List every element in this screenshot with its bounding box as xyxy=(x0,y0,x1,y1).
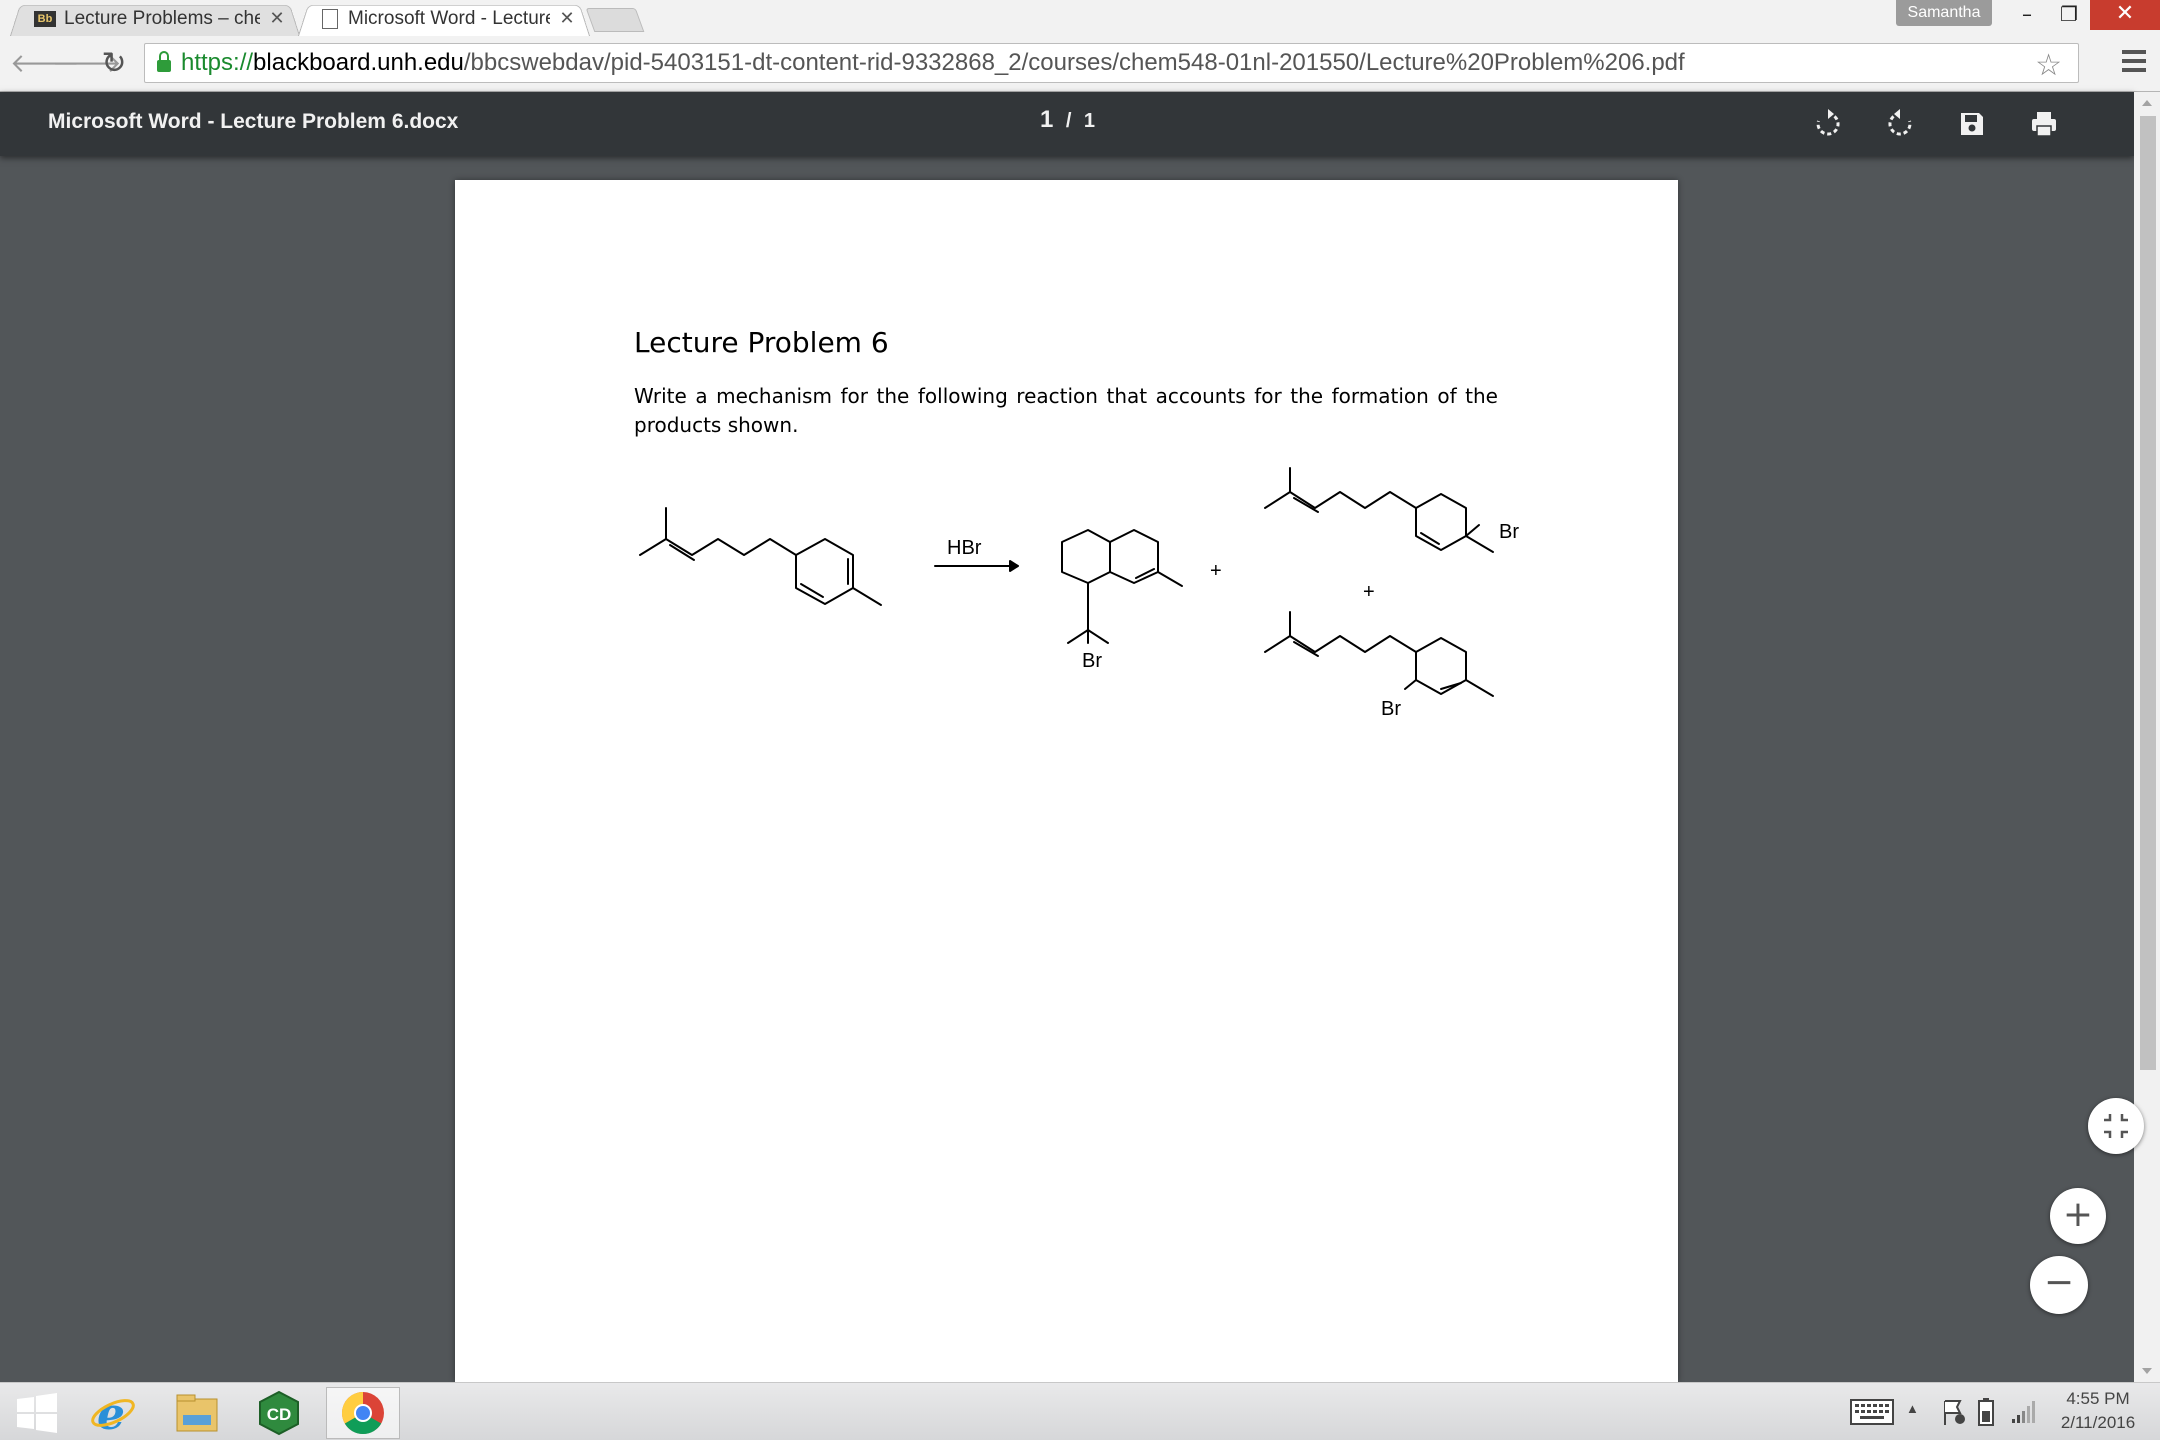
pdf-page: Lecture Problem 6 Write a mechanism for … xyxy=(455,180,1678,1382)
zoom-in-button[interactable]: + xyxy=(2050,1188,2106,1244)
close-tab-icon[interactable]: ✕ xyxy=(268,10,286,28)
show-hidden-icons-button[interactable]: ▲ xyxy=(1906,1401,1919,1416)
chemdraw-icon: CD xyxy=(259,1390,299,1436)
taskbar: e CD ▲ 4:55 PM 2/11/2016 xyxy=(0,1382,2160,1440)
plus-sign: + xyxy=(1363,581,1375,603)
scroll-down-arrow[interactable] xyxy=(2142,1368,2152,1374)
minimize-button[interactable]: – xyxy=(2004,0,2050,30)
address-bar[interactable]: https://blackboard.unh.edu/bbcswebdav/pi… xyxy=(144,43,2079,83)
svg-text:e: e xyxy=(97,1389,125,1437)
url-text: https://blackboard.unh.edu/bbcswebdav/pi… xyxy=(181,49,1685,76)
browser-toolbar: 🡐 🡒 ↻ https://blackboard.unh.edu/bbcsweb… xyxy=(0,36,2160,92)
print-icon[interactable] xyxy=(2028,108,2060,140)
total-pages: 1 xyxy=(1083,110,1095,132)
pdf-toolbar: Microsoft Word - Lecture Problem 6.docx … xyxy=(0,92,2134,156)
document-icon xyxy=(322,9,338,29)
tab-title: Microsoft Word - Lecture P xyxy=(348,8,550,29)
chemdraw-button[interactable]: CD xyxy=(242,1387,316,1439)
lock-icon xyxy=(157,51,171,72)
clock-time[interactable]: 4:55 PM xyxy=(2050,1389,2146,1409)
tab-title: Lecture Problems – chem5 xyxy=(64,8,260,29)
current-page-input[interactable]: 1 xyxy=(1040,106,1053,133)
reaction-arrow xyxy=(934,560,1019,572)
save-icon[interactable] xyxy=(1956,108,1988,140)
starting-material-structure xyxy=(639,507,882,606)
rotate-counterclockwise-icon[interactable] xyxy=(1884,108,1916,140)
profile-button[interactable]: Samantha xyxy=(1896,0,1992,26)
back-button[interactable]: 🡐 xyxy=(10,46,80,82)
file-explorer-icon xyxy=(176,1394,218,1432)
reaction-scheme: HBr + + Br Br Br xyxy=(639,467,1519,720)
product-3-structure xyxy=(1264,611,1494,697)
forward-button[interactable]: 🡒 xyxy=(52,46,122,82)
restore-button[interactable]: ❐ xyxy=(2046,0,2092,30)
pdf-document-title: Microsoft Word - Lecture Problem 6.docx xyxy=(48,110,459,133)
bookmark-star-icon[interactable]: ☆ xyxy=(2035,48,2062,83)
scroll-up-arrow[interactable] xyxy=(2142,100,2152,106)
product-2-structure xyxy=(1264,467,1494,553)
page-indicator: 1 / 1 xyxy=(1040,106,1095,133)
new-tab-button[interactable] xyxy=(585,8,645,32)
zoom-out-button[interactable]: − xyxy=(2030,1256,2088,1314)
close-tab-icon[interactable]: ✕ xyxy=(558,10,576,28)
browser-menu-icon[interactable] xyxy=(2122,50,2146,76)
fit-to-page-icon xyxy=(2104,1114,2128,1138)
reload-button[interactable]: ↻ xyxy=(96,46,132,82)
tab-lecture-problems[interactable]: Bb Lecture Problems – chem5 ✕ xyxy=(10,2,300,36)
svg-text:CD: CD xyxy=(267,1405,292,1424)
fit-to-page-button[interactable] xyxy=(2088,1098,2144,1154)
action-center-flag-icon[interactable] xyxy=(1940,1397,1968,1427)
windows-start-icon xyxy=(17,1393,57,1433)
bromine-label: Br xyxy=(1381,698,1401,720)
keyboard-icon[interactable] xyxy=(1850,1399,1894,1425)
blackboard-icon: Bb xyxy=(34,11,56,27)
internet-explorer-button[interactable]: e xyxy=(76,1387,150,1439)
product-1-structure xyxy=(1061,529,1183,644)
bromine-label: Br xyxy=(1082,650,1102,672)
internet-explorer-icon: e xyxy=(91,1389,135,1437)
bromine-label: Br xyxy=(1499,521,1519,543)
tab-strip: Bb Lecture Problems – chem5 ✕ Microsoft … xyxy=(0,0,2160,36)
plus-sign: + xyxy=(1210,560,1222,582)
vertical-scrollbar[interactable] xyxy=(2134,92,2160,1382)
clock-date[interactable]: 2/11/2016 xyxy=(2050,1413,2146,1433)
rotate-clockwise-icon[interactable] xyxy=(1812,108,1844,140)
battery-icon[interactable] xyxy=(1974,1395,2000,1427)
reagent-label: HBr xyxy=(947,537,982,559)
windows-start-button[interactable] xyxy=(0,1387,74,1439)
close-window-button[interactable]: ✕ xyxy=(2090,0,2160,30)
file-explorer-button[interactable] xyxy=(160,1387,234,1439)
signal-strength-icon[interactable] xyxy=(2010,1397,2036,1425)
scroll-thumb[interactable] xyxy=(2140,116,2156,1070)
chrome-icon xyxy=(341,1392,384,1435)
tab-microsoft-word[interactable]: Microsoft Word - Lecture P ✕ xyxy=(298,2,590,36)
chrome-button[interactable] xyxy=(326,1387,400,1439)
